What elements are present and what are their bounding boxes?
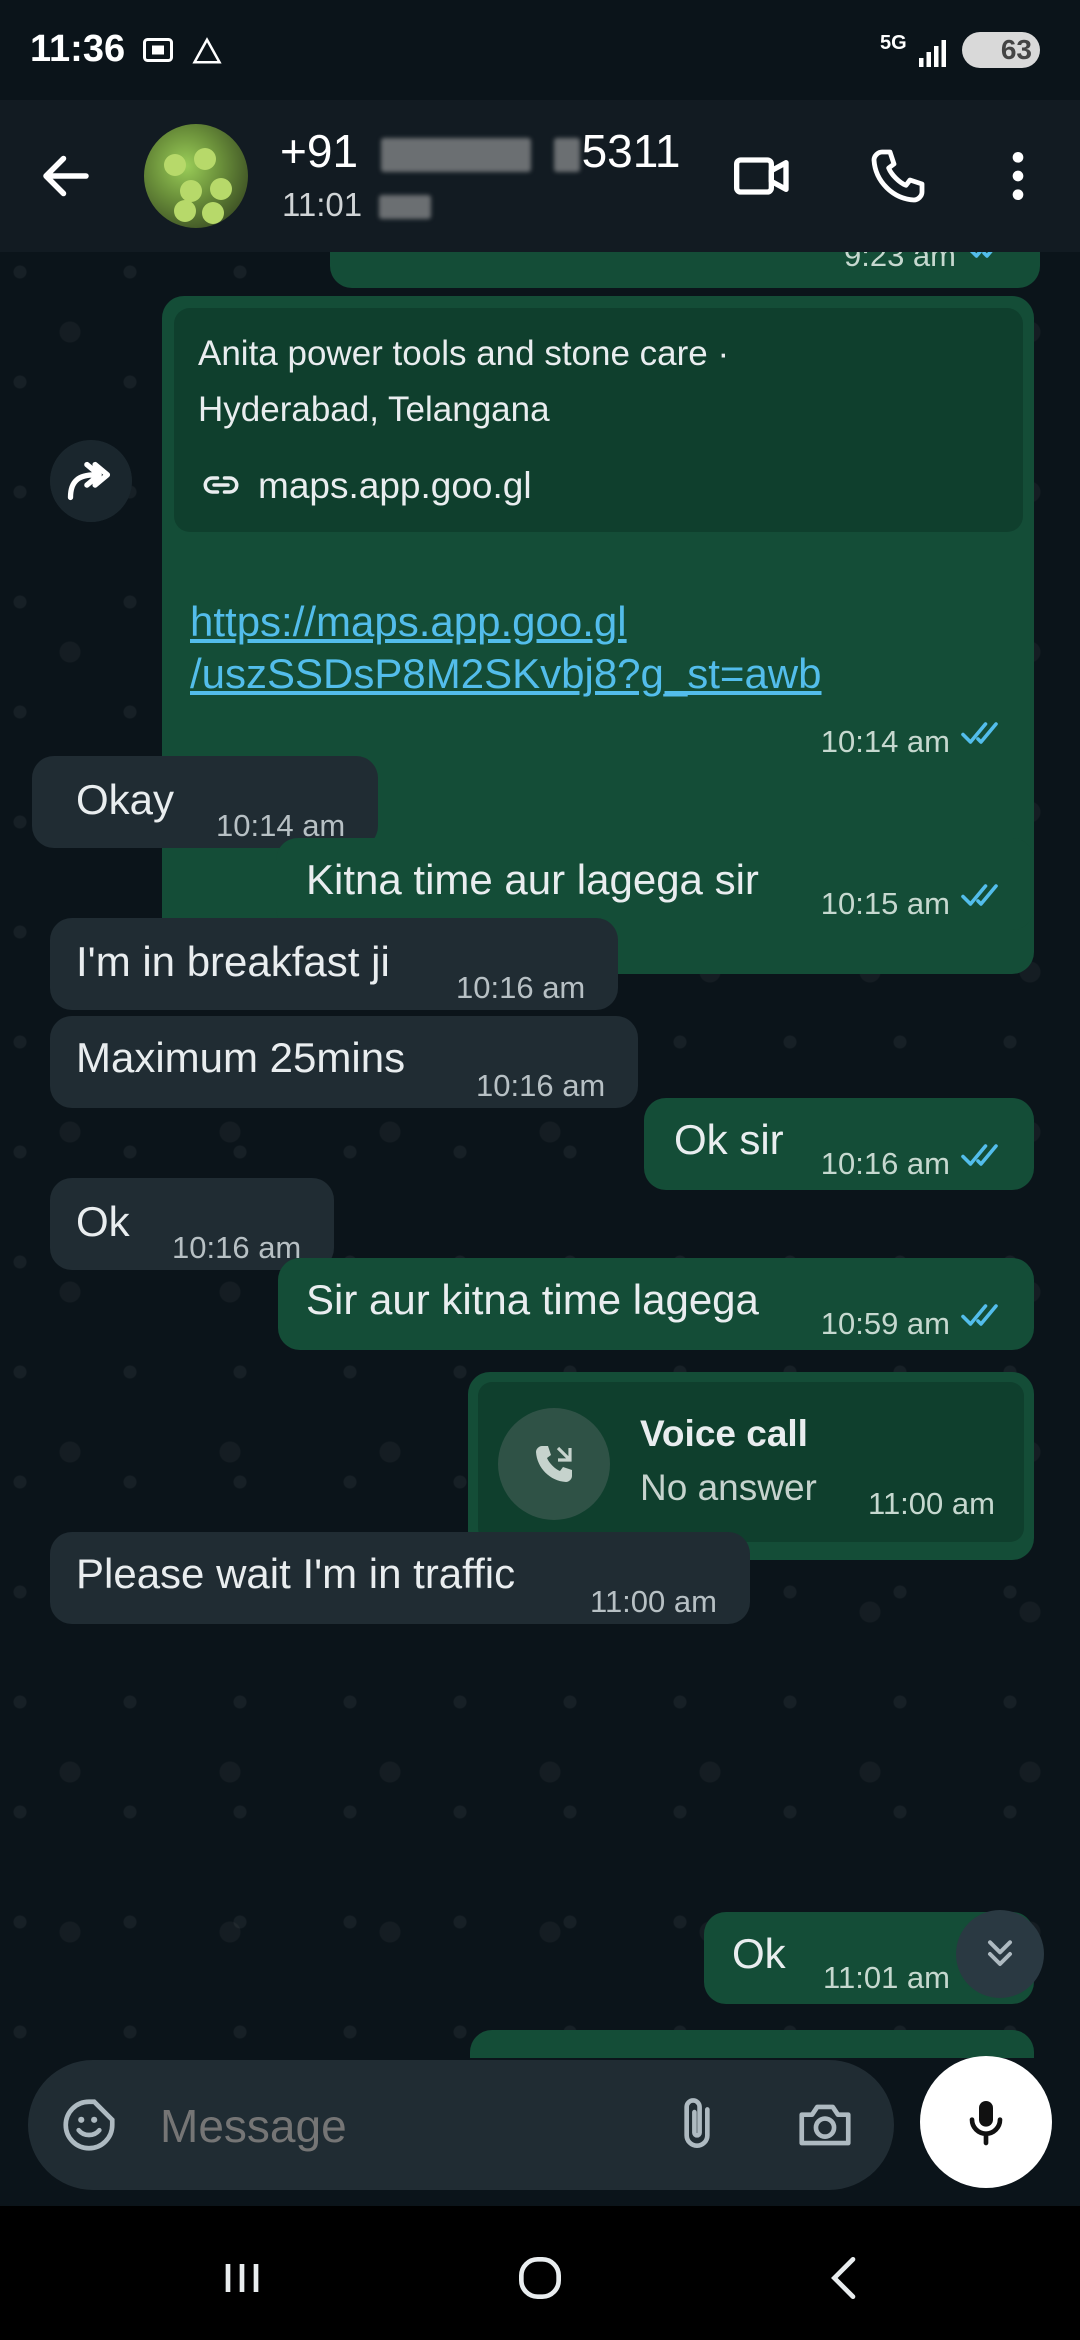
microphone-icon xyxy=(969,2101,1003,2146)
message-bubble-in[interactable]: Ok 10:16 am xyxy=(50,1178,334,1270)
attachment-icon[interactable] xyxy=(666,2094,728,2156)
message-bubble-in[interactable]: Okay 10:14 am xyxy=(32,756,378,848)
message-text: Okay xyxy=(76,776,175,823)
message-time: 10:16 am xyxy=(476,1068,606,1103)
last-seen-time: 11:01 xyxy=(282,186,363,223)
call-title: Voice call xyxy=(640,1413,808,1454)
screenshot-icon xyxy=(143,38,173,62)
message-time: 10:59 am xyxy=(820,1306,950,1341)
camera-icon[interactable] xyxy=(794,2094,856,2156)
double-chevron-down-icon xyxy=(988,1940,1012,1966)
contact-prefix: +91 xyxy=(280,125,359,177)
message-text: I'm in breakfast ji xyxy=(76,938,390,985)
message-time: 9:23 am xyxy=(843,252,956,273)
scroll-to-bottom-button[interactable] xyxy=(956,1910,1044,1998)
message-text: Maximum 25mins xyxy=(76,1034,406,1081)
link-url-line2: /uszSSDsP8M2SKvbj8?g_st=awb xyxy=(190,650,822,697)
call-card: Voice call No answer 11:00 am xyxy=(478,1382,1024,1542)
chat-header: +91 5311 11:01 xyxy=(0,100,1080,252)
link-icon xyxy=(203,476,239,494)
read-ticks-icon xyxy=(961,1304,998,1326)
message-bubble-in[interactable]: I'm in breakfast ji 10:16 am xyxy=(50,918,618,1010)
chat-area[interactable]: 9:23 am Anita power tools and stone care… xyxy=(0,252,1080,2058)
system-back-icon[interactable] xyxy=(818,2250,874,2306)
message-bubble-out[interactable]: Sir aur kitna time lagega 10:59 am xyxy=(278,1258,1034,1350)
message-bubble-out[interactable]: Ok sir 10:16 am xyxy=(644,1098,1034,1190)
message-text: Please wait I'm in traffic xyxy=(76,1550,516,1597)
message-time: 11:00 am xyxy=(590,1584,717,1619)
message-time: 10:15 am xyxy=(820,886,950,921)
redacted-text xyxy=(379,195,432,220)
missed-call-icon-wrap xyxy=(498,1408,610,1520)
link-preview-title: Anita power tools and stone care · Hyder… xyxy=(198,334,730,429)
message-time: 10:14 am xyxy=(820,724,950,759)
link-url[interactable]: https://maps.app.goo.gl /uszSSDsP8M2SKvb… xyxy=(190,596,822,700)
home-icon[interactable] xyxy=(512,2250,568,2306)
battery-level: 63 xyxy=(1000,34,1032,65)
video-call-icon[interactable] xyxy=(730,144,794,208)
message-text: Ok xyxy=(76,1198,130,1245)
message-time: 10:16 am xyxy=(820,1146,950,1181)
network-type: 5G xyxy=(880,32,907,54)
message-text: Kitna time aur lagega sir xyxy=(306,856,759,903)
message-bubble-out[interactable] xyxy=(470,2030,1034,2058)
message-time: 11:00 am xyxy=(868,1486,995,1521)
alert-icon xyxy=(192,37,222,64)
read-ticks-icon xyxy=(961,1144,998,1166)
message-composer[interactable] xyxy=(28,2060,894,2190)
avatar[interactable] xyxy=(144,124,248,228)
read-ticks-icon xyxy=(969,252,993,258)
redacted-number xyxy=(553,137,580,172)
message-text: Sir aur kitna time lagega xyxy=(306,1276,759,1323)
voice-message-button[interactable] xyxy=(920,2056,1052,2188)
back-arrow-icon[interactable] xyxy=(36,146,96,206)
redacted-number xyxy=(380,137,531,172)
link-domain: maps.app.goo.gl xyxy=(258,465,532,506)
sticker-icon[interactable] xyxy=(58,2094,120,2156)
status-bar: 11:36 5G 63 xyxy=(0,0,1080,100)
missed-call-icon xyxy=(536,1446,572,1482)
message-text: Ok xyxy=(732,1930,786,1977)
message-bubble-out[interactable]: Kitna time aur lagega sir 10:15 am xyxy=(276,838,1034,930)
link-preview-card[interactable]: Anita power tools and stone care · Hyder… xyxy=(174,308,1023,532)
last-seen: 11:01 xyxy=(282,186,432,224)
message-bubble-in[interactable]: Please wait I'm in traffic 11:00 am xyxy=(50,1532,750,1624)
call-status: No answer xyxy=(640,1467,817,1508)
signal-icon xyxy=(919,40,946,67)
message-time: 10:16 am xyxy=(456,970,586,1005)
read-ticks-icon xyxy=(961,884,998,906)
message-time: 11:01 am xyxy=(823,1960,950,1995)
message-bubble-out[interactable]: 9:23 am xyxy=(330,252,1040,288)
contact-suffix: 5311 xyxy=(581,125,681,177)
system-nav-bar xyxy=(0,2206,1080,2340)
message-input[interactable] xyxy=(158,2090,632,2162)
recent-apps-icon[interactable] xyxy=(214,2250,270,2306)
voice-call-icon[interactable] xyxy=(866,144,930,208)
contact-name[interactable]: +91 5311 xyxy=(280,124,681,178)
message-text: Ok sir xyxy=(674,1116,784,1163)
status-time: 11:36 xyxy=(30,28,126,70)
forward-icon[interactable] xyxy=(50,440,132,522)
battery-indicator: 63 xyxy=(962,32,1040,68)
more-options-icon[interactable] xyxy=(986,144,1050,208)
message-bubble-in[interactable]: Maximum 25mins 10:16 am xyxy=(50,1016,638,1108)
link-url-line1: https://maps.app.goo.gl xyxy=(190,598,627,645)
read-ticks-icon xyxy=(961,722,998,744)
